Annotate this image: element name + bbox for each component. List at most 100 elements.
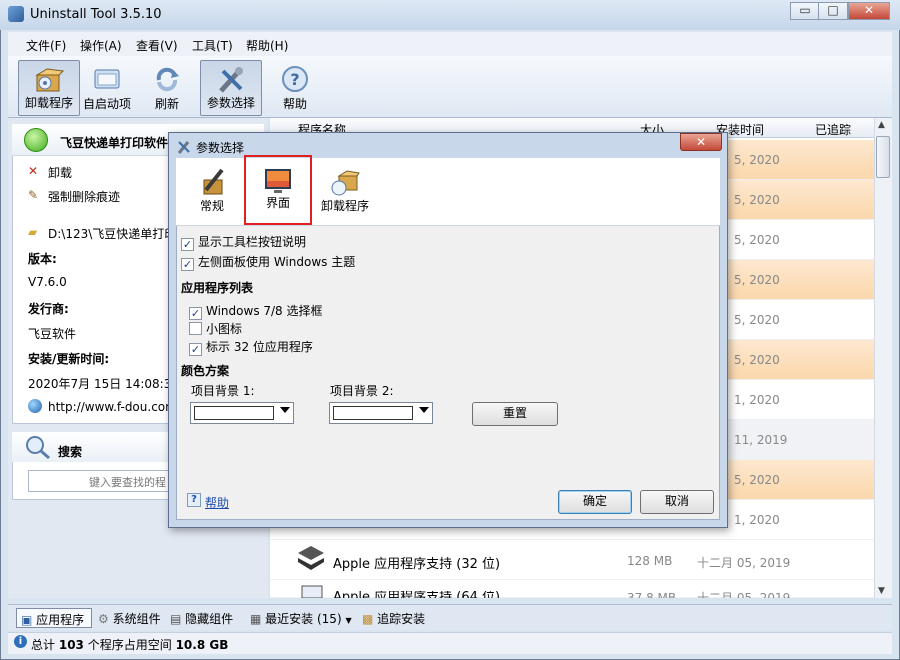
menu-help[interactable]: 帮助(H): [246, 37, 288, 54]
install-time-value: 2020年7月 15日 14:08:34: [28, 377, 168, 391]
help-question-icon: ?: [187, 493, 201, 507]
apple-support-icon: [298, 546, 324, 570]
tab-hidden-components[interactable]: ▤ 隐藏组件: [166, 608, 237, 628]
install-time-label: 安装/更新时间:: [28, 352, 110, 366]
maximize-button[interactable]: □: [818, 2, 848, 20]
section-app-list: 应用程序列表: [181, 281, 254, 295]
menu-view[interactable]: 查看(V): [136, 37, 178, 54]
search-title: 搜索: [58, 445, 83, 459]
tab-general[interactable]: 常规: [180, 162, 244, 222]
program-date-cell: 十二月 05, 2019: [697, 556, 791, 570]
tab-general-label: 常规: [199, 199, 224, 213]
tools-wrench-icon: [219, 67, 243, 93]
refresh-icon: [156, 67, 179, 92]
recent-icon: ▦: [250, 612, 262, 626]
row-date: 5, 2020: [734, 353, 780, 367]
row-date: 5, 2020: [734, 473, 780, 487]
checkbox-checked[interactable]: ✓: [189, 343, 202, 356]
cb-toolbar-labels[interactable]: ✓ 显示工具栏按钮说明: [181, 233, 306, 251]
dropdown-arrow-icon: ▼: [345, 616, 352, 625]
menu-tools[interactable]: 工具(T): [192, 37, 233, 54]
tab-system-components[interactable]: ⚙ 系统组件: [94, 608, 165, 628]
help-question-icon: ?: [282, 66, 308, 92]
row-date: 1, 2020: [734, 513, 780, 527]
version-label: 版本:: [28, 252, 57, 266]
general-settings-icon: [203, 168, 224, 195]
status-middle: 个程序占用空间: [87, 638, 172, 652]
cb-32bit[interactable]: ✓ 标示 32 位应用程序: [189, 338, 313, 356]
dropdown-arrow-icon: [419, 407, 429, 413]
uninstall-box-icon: [35, 68, 65, 92]
checkbox-checked[interactable]: ✓: [181, 238, 194, 251]
publisher-label: 发行商:: [28, 302, 69, 316]
status-text: 总计 103 个程序占用空间 10.8 GB: [31, 636, 228, 653]
tab-uninstaller[interactable]: 卸载程序: [310, 162, 380, 222]
checkbox-checked[interactable]: ✓: [189, 307, 202, 320]
menu-action[interactable]: 操作(A): [80, 37, 122, 54]
publisher-value: 飞豆软件: [28, 327, 77, 341]
interface-monitor-icon: [265, 169, 291, 193]
program-name-cell: Apple 应用程序支持 (64 位): [333, 591, 500, 598]
menu-file[interactable]: 文件(F): [26, 37, 66, 54]
dialog-close-button[interactable]: ✕: [680, 133, 722, 151]
website-link[interactable]: http://www.f-dou.com: [48, 400, 168, 414]
tab-trace-install[interactable]: ▩ 追踪安装: [358, 608, 429, 628]
refresh-button[interactable]: 刷新: [136, 60, 198, 116]
reset-button[interactable]: 重置: [472, 402, 558, 426]
uninstall-link[interactable]: 卸载: [48, 164, 72, 181]
startup-items-button[interactable]: 自启动项: [76, 60, 138, 116]
row-date: 1, 2020: [734, 393, 780, 407]
row-date: 11, 2019: [734, 433, 788, 447]
delete-x-icon: ✕: [28, 164, 39, 178]
scroll-down-icon[interactable]: ▼: [878, 586, 885, 596]
item-bg1-color-picker[interactable]: [190, 402, 294, 424]
minimize-button[interactable]: ▭: [790, 2, 820, 20]
checkbox-unchecked[interactable]: [189, 322, 202, 335]
tab-label: 隐藏组件: [185, 612, 234, 626]
info-icon: i: [14, 635, 27, 648]
app-icon: [8, 6, 24, 22]
install-path[interactable]: D:\123\飞豆快递单打印: [48, 225, 168, 242]
program-name-cell: Apple 应用程序支持 (32 位): [333, 557, 501, 572]
force-remove-link[interactable]: 强制删除痕迹: [48, 188, 120, 205]
cb-win78-checkbox[interactable]: ✓ Windows 7/8 选择框: [189, 302, 323, 320]
folder-icon: ▰: [28, 225, 38, 239]
cb-windows-theme-text: 左侧面板使用 Windows 主题: [198, 255, 356, 269]
preferences-button[interactable]: 参数选择: [200, 60, 262, 116]
tab-label: 追踪安装: [377, 612, 426, 626]
dropdown-arrow-icon: [280, 407, 290, 413]
preferences-label: 参数选择: [206, 96, 255, 110]
tab-interface[interactable]: 界面: [244, 155, 312, 225]
tab-uninstaller-label: 卸载程序: [320, 199, 369, 213]
section-color-scheme: 颜色方案: [181, 364, 230, 378]
tab-label: 应用程序: [36, 613, 85, 627]
uninstall-program-button[interactable]: 卸载程序: [18, 60, 80, 116]
cb-windows-theme[interactable]: ✓ 左侧面板使用 Windows 主题: [181, 253, 355, 271]
item-bg2-color-picker[interactable]: [329, 402, 433, 424]
refresh-label: 刷新: [154, 97, 179, 111]
scroll-up-icon[interactable]: ▲: [878, 120, 885, 130]
tab-applications[interactable]: ▣ 应用程序: [16, 608, 92, 628]
close-button[interactable]: ✕: [848, 2, 890, 20]
program-date-cell: 十二月 05, 2019: [697, 591, 791, 598]
uninstaller-box-icon: [331, 170, 360, 196]
help-label: 帮助: [282, 97, 307, 111]
item-bg1-label: 项目背景 1:: [191, 384, 255, 398]
column-traced[interactable]: 已追踪: [815, 121, 851, 138]
cancel-button[interactable]: 取消: [640, 490, 714, 514]
tab-recent-installs[interactable]: ▦ 最近安装 (15) ▼: [246, 608, 356, 628]
list-scrollbar[interactable]: [874, 118, 892, 598]
ok-button[interactable]: 确定: [558, 490, 632, 514]
cb-small-icons[interactable]: 小图标: [189, 320, 242, 337]
help-link[interactable]: 帮助: [205, 494, 229, 511]
broom-icon: ✎: [28, 188, 39, 202]
dialog-title: 参数选择: [196, 141, 245, 155]
checkbox-checked[interactable]: ✓: [181, 258, 194, 271]
gear-icon: ⚙: [98, 612, 109, 626]
startup-window-icon: [94, 69, 120, 89]
scrollbar-thumb[interactable]: [876, 136, 890, 178]
status-circle-icon: [24, 128, 48, 152]
color-swatch: [333, 406, 413, 420]
cb-small-icons-text: 小图标: [206, 322, 243, 336]
help-button[interactable]: ? 帮助: [264, 60, 326, 116]
